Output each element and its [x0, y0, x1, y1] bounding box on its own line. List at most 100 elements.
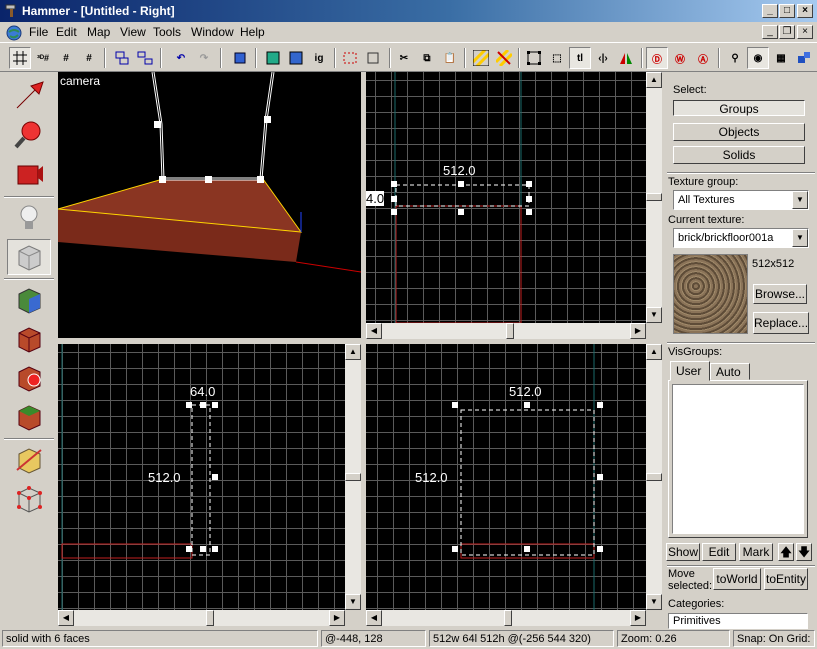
top-viewport-bottom-right[interactable]: 512.0 512.0 ◀ ▶ ▲ ▼	[366, 344, 662, 626]
close-button[interactable]: ×	[797, 4, 813, 18]
scroll-thumb[interactable]	[506, 323, 514, 339]
texture-lock-button[interactable]: tl	[569, 47, 591, 69]
mdi-minimize-button[interactable]: _	[762, 25, 778, 39]
resize-handle[interactable]	[526, 181, 532, 187]
resize-handle[interactable]	[391, 209, 397, 215]
hazard-texture-button[interactable]	[470, 47, 492, 69]
mdi-restore-button[interactable]: ❐	[779, 25, 795, 39]
resize-handle[interactable]	[597, 546, 603, 552]
resize-handle[interactable]	[597, 474, 603, 480]
categories-dropdown[interactable]: Primitives	[668, 613, 808, 629]
front-viewport-bottom-left[interactable]: 64.0 512.0 ◀ ▶ ▲ ▼	[58, 344, 361, 626]
3d-grid-button[interactable]: ³ᴰ#	[32, 47, 54, 69]
texture-group-dropdown[interactable]: All Textures ▼	[673, 190, 809, 210]
texture-browser-button[interactable]: ▦	[770, 47, 792, 69]
decal-tool[interactable]	[7, 360, 51, 396]
resize-handle[interactable]	[524, 546, 530, 552]
menu-edit[interactable]: Edit	[56, 25, 77, 39]
browse-button[interactable]: Browse...	[753, 284, 807, 304]
mdi-close-button[interactable]: ×	[797, 25, 813, 39]
resize-handle[interactable]	[212, 474, 218, 480]
undo-button[interactable]: ↶	[170, 47, 192, 69]
scroll-left-button[interactable]: ◀	[366, 323, 382, 339]
resize-handle[interactable]	[186, 402, 192, 408]
smaller-grid-button[interactable]: #	[55, 47, 77, 69]
menu-window[interactable]: Window	[191, 25, 234, 39]
flip-button[interactable]	[615, 47, 637, 69]
cut-button[interactable]: ✂	[393, 47, 415, 69]
scroll-thumb[interactable]	[646, 193, 662, 201]
scroll-right-button[interactable]: ▶	[329, 610, 345, 626]
redo-button[interactable]: ↷	[193, 47, 215, 69]
resize-handle[interactable]	[186, 546, 192, 552]
move-down-button[interactable]: 🡇	[796, 543, 812, 561]
resize-handle[interactable]	[597, 402, 603, 408]
camera-tool[interactable]	[7, 156, 51, 192]
resize-handle[interactable]	[458, 181, 464, 187]
minimize-button[interactable]: _	[762, 4, 778, 18]
menu-map[interactable]: Map	[87, 25, 110, 39]
menu-file[interactable]: File	[29, 25, 48, 39]
scroll-down-button[interactable]: ▼	[646, 307, 662, 323]
resize-handle[interactable]	[200, 546, 206, 552]
show-flat-button[interactable]: Ⓐ	[692, 47, 714, 69]
select-objects-button[interactable]: Objects	[673, 123, 805, 141]
visgroup-show-button[interactable]: Show	[666, 543, 700, 561]
resize-handle[interactable]	[212, 402, 218, 408]
paste-button[interactable]: 📋	[439, 47, 461, 69]
apply-texture-tool[interactable]	[7, 321, 51, 357]
scroll-thumb[interactable]	[646, 473, 662, 481]
scroll-left-button[interactable]: ◀	[58, 610, 74, 626]
menu-view[interactable]: View	[120, 25, 146, 39]
scroll-thumb[interactable]	[206, 610, 214, 626]
visgroup-edit-button[interactable]: Edit	[702, 543, 736, 561]
ignore-groups-button[interactable]: ig	[308, 47, 330, 69]
visgroups-list[interactable]	[672, 384, 804, 534]
to-entity-button[interactable]: toEntity	[764, 568, 808, 590]
show-wireframe-button[interactable]: Ⓦ	[669, 47, 691, 69]
scroll-down-button[interactable]: ▼	[345, 594, 361, 610]
texture-application-tool[interactable]	[7, 282, 51, 318]
move-up-button[interactable]: 🡅	[778, 543, 794, 561]
vertical-scrollbar[interactable]: ▲ ▼	[345, 344, 361, 610]
larger-grid-button[interactable]: #	[78, 47, 100, 69]
grid-toggle-button[interactable]	[9, 47, 31, 69]
show-all-button[interactable]	[285, 47, 307, 69]
current-texture-dropdown[interactable]: brick/brickfloor001a ▼	[673, 228, 809, 248]
scroll-up-button[interactable]: ▲	[345, 344, 361, 360]
show-3d-textures-button[interactable]: Ⓓ	[646, 47, 668, 69]
resize-handle[interactable]	[212, 546, 218, 552]
visgroup-mark-button[interactable]: Mark	[739, 543, 773, 561]
tab-user[interactable]: User	[670, 361, 710, 381]
align-button[interactable]: ‹|›	[592, 47, 614, 69]
carve-button[interactable]	[339, 47, 361, 69]
scroll-up-button[interactable]: ▲	[646, 344, 662, 360]
horizontal-scrollbar[interactable]: ◀ ▶	[58, 610, 345, 626]
maximize-button[interactable]: □	[779, 4, 795, 18]
brush-tool-button[interactable]	[793, 47, 815, 69]
scroll-thumb[interactable]	[345, 473, 361, 481]
tab-auto[interactable]: Auto	[710, 363, 750, 380]
select-solids-button[interactable]: Solids	[673, 146, 805, 164]
chevron-down-icon[interactable]: ▼	[792, 229, 808, 247]
overlay-tool[interactable]	[7, 399, 51, 435]
block-tool[interactable]	[7, 239, 51, 275]
chevron-down-icon[interactable]: ▼	[792, 191, 808, 209]
group-button[interactable]	[111, 47, 133, 69]
side-viewport-top-right[interactable]: 512.0 4.0 ◀ ▶ ▲ ▼	[366, 72, 662, 339]
scroll-up-button[interactable]: ▲	[646, 72, 662, 88]
resize-handle[interactable]	[526, 209, 532, 215]
scroll-right-button[interactable]: ▶	[630, 610, 646, 626]
hollow-button[interactable]	[362, 47, 384, 69]
resize-handle[interactable]	[391, 196, 397, 202]
vertical-scrollbar[interactable]: ▲ ▼	[646, 72, 662, 323]
scroll-down-button[interactable]: ▼	[646, 594, 662, 610]
compile-button[interactable]	[229, 47, 251, 69]
resize-handle[interactable]	[458, 209, 464, 215]
copy-button[interactable]: ⧉	[416, 47, 438, 69]
vertical-scrollbar[interactable]: ▲ ▼	[646, 344, 662, 610]
hide-selected-button[interactable]	[262, 47, 284, 69]
selection-mode-button[interactable]: ⬚	[546, 47, 568, 69]
entity-report-button[interactable]: ⚲	[724, 47, 746, 69]
scroll-left-button[interactable]: ◀	[366, 610, 382, 626]
